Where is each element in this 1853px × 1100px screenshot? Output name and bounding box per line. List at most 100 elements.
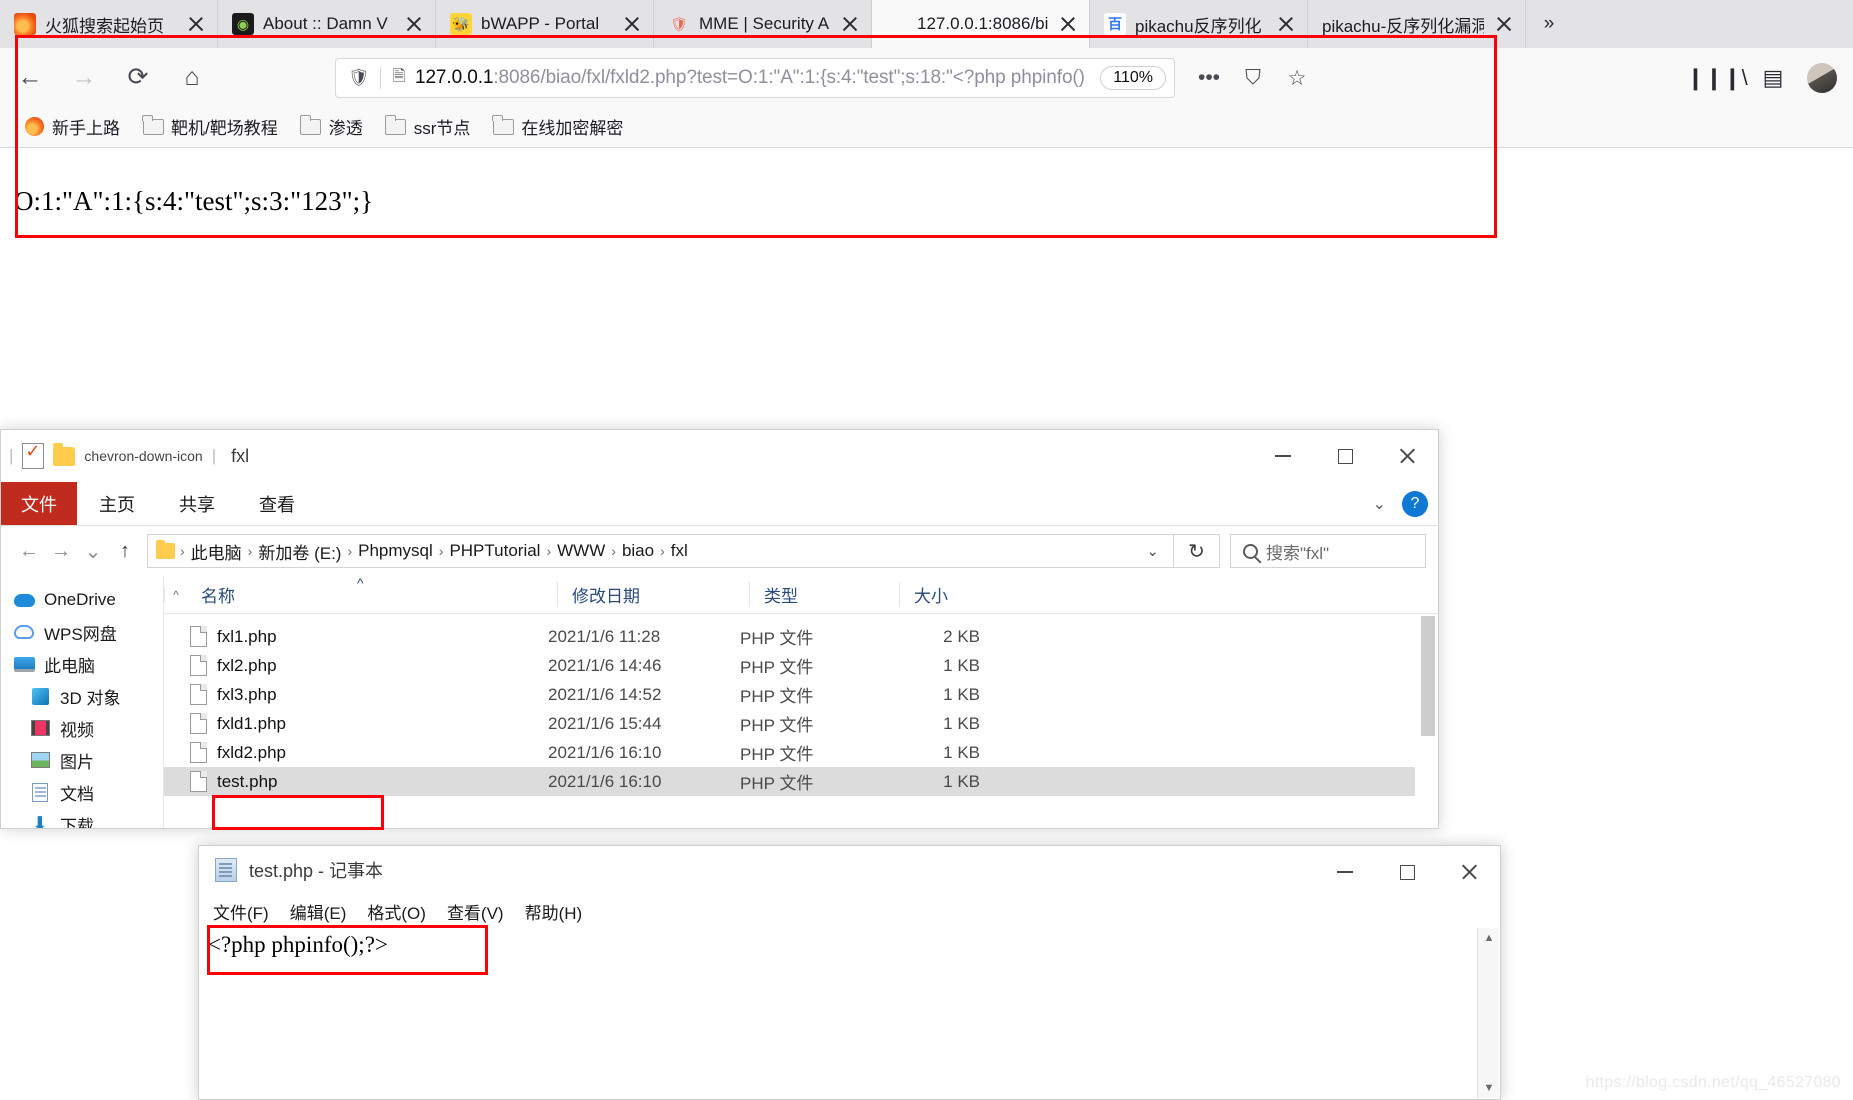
- minimize-button[interactable]: [1252, 430, 1314, 482]
- recent-locations-button[interactable]: ⌄: [77, 534, 109, 568]
- reload-button[interactable]: ⟳: [114, 53, 162, 101]
- explorer-back-button[interactable]: ←: [13, 534, 45, 568]
- bookmark-item-3[interactable]: ssr节点: [376, 110, 480, 143]
- tab-close-icon[interactable]: [1493, 13, 1515, 35]
- breadcrumb-dropdown-icon[interactable]: ⌄: [1138, 542, 1167, 560]
- notepad-text-area[interactable]: <?php phpinfo();?>: [200, 928, 1476, 1098]
- menu-file[interactable]: 文件(F): [213, 899, 269, 924]
- bookmark-item-1[interactable]: 靶机/靶场教程: [133, 110, 287, 143]
- breadcrumb-item-5[interactable]: biao: [617, 541, 659, 561]
- scrollbar-thumb[interactable]: [1421, 616, 1435, 736]
- column-header-type[interactable]: 类型: [749, 582, 899, 607]
- nav-item-pictures[interactable]: 图片: [1, 744, 163, 776]
- new-folder-icon[interactable]: [53, 442, 76, 466]
- tab-close-icon[interactable]: [1275, 13, 1297, 35]
- refresh-button[interactable]: ↻: [1174, 534, 1220, 568]
- file-name-cell: fxl3.php: [164, 684, 534, 705]
- browser-tab-2[interactable]: 🐝 bWAPP - Portal: [436, 0, 654, 48]
- nav-item-videos[interactable]: 视频: [1, 712, 163, 744]
- account-avatar[interactable]: [1807, 63, 1837, 93]
- nav-item-downloads[interactable]: ⬇ 下载: [1, 808, 163, 829]
- breadcrumb-item-6[interactable]: fxl: [666, 541, 693, 561]
- minimize-button[interactable]: [1314, 846, 1376, 898]
- breadcrumb-item-4[interactable]: WWW: [552, 541, 610, 561]
- bookmark-item-0[interactable]: 新手上路: [14, 110, 129, 143]
- tab-list-overflow-icon[interactable]: »: [1526, 0, 1572, 48]
- browser-tab-5[interactable]: 百 pikachu反序列化: [1090, 0, 1308, 48]
- notepad-icon: [215, 858, 237, 882]
- column-header-name[interactable]: 名称 ^: [187, 576, 557, 607]
- browser-tab-6[interactable]: pikachu-反序列化漏洞: [1308, 0, 1526, 48]
- table-row[interactable]: fxld2.php 2021/1/6 16:10 PHP 文件 1 KB: [164, 738, 1438, 767]
- forward-button[interactable]: →: [60, 53, 108, 101]
- file-explorer-window: | chevron-down-icon | fxl 文件 主页 共享 查看 ⌄ …: [0, 429, 1439, 829]
- nav-item-3d-objects[interactable]: 3D 对象: [1, 680, 163, 712]
- explorer-forward-button[interactable]: →: [45, 534, 77, 568]
- table-row[interactable]: fxld1.php 2021/1/6 15:44 PHP 文件 1 KB: [164, 709, 1438, 738]
- file-list-scrollbar[interactable]: [1415, 614, 1438, 828]
- bookmark-label: 在线加密解密: [521, 119, 624, 138]
- pocket-icon[interactable]: ⛉: [1232, 58, 1274, 98]
- breadcrumb[interactable]: › 此电脑 › 新加卷 (E:) › Phpmysql › PHPTutoria…: [147, 534, 1174, 568]
- scroll-up-icon[interactable]: ▲: [1478, 928, 1500, 948]
- up-button[interactable]: ↑: [109, 534, 141, 568]
- home-button[interactable]: ⌂: [168, 53, 216, 101]
- breadcrumb-item-0[interactable]: 此电脑: [186, 539, 247, 564]
- nav-item-wps[interactable]: WPS网盘: [1, 616, 163, 648]
- breadcrumb-item-3[interactable]: PHPTutorial: [444, 541, 545, 561]
- ribbon-tab-home[interactable]: 主页: [77, 482, 157, 525]
- notepad-menu-bar: 文件(F) 编辑(E) 格式(O) 查看(V) 帮助(H): [199, 894, 1500, 928]
- bookmark-item-2[interactable]: 渗透: [291, 110, 372, 143]
- breadcrumb-item-2[interactable]: Phpmysql: [353, 541, 438, 561]
- sidebar-icon[interactable]: ▤: [1751, 58, 1795, 98]
- close-button[interactable]: [1438, 846, 1500, 898]
- nav-item-this-pc[interactable]: 此电脑: [1, 648, 163, 680]
- zoom-level-badge[interactable]: 110%: [1100, 66, 1166, 90]
- table-row[interactable]: fxl1.php 2021/1/6 11:28 PHP 文件 2 KB: [164, 622, 1438, 651]
- scroll-down-icon[interactable]: ▼: [1478, 1078, 1500, 1098]
- column-header-date[interactable]: 修改日期: [557, 582, 749, 607]
- watermark: https://blog.csdn.net/qq_46527080: [1585, 1074, 1841, 1091]
- divider: |: [211, 446, 217, 465]
- nav-item-documents[interactable]: 文档: [1, 776, 163, 808]
- help-icon[interactable]: ?: [1402, 491, 1428, 517]
- browser-tab-3[interactable]: 🛡 MME | Security A: [654, 0, 872, 48]
- maximize-button[interactable]: [1314, 430, 1376, 482]
- nav-item-onedrive[interactable]: OneDrive: [1, 584, 163, 616]
- chevron-down-icon[interactable]: chevron-down-icon: [84, 448, 202, 464]
- menu-format[interactable]: 格式(O): [367, 899, 426, 924]
- column-header-size[interactable]: 大小: [899, 582, 1009, 607]
- tab-close-icon[interactable]: [1057, 13, 1079, 35]
- library-icon[interactable]: ❙❙❙\: [1686, 58, 1747, 98]
- page-actions-more-icon[interactable]: •••: [1188, 58, 1230, 98]
- ribbon-tab-file[interactable]: 文件: [1, 482, 77, 525]
- maximize-button[interactable]: [1376, 846, 1438, 898]
- tab-close-icon[interactable]: [839, 13, 861, 35]
- notepad-scrollbar[interactable]: ▲ ▼: [1477, 928, 1499, 1098]
- bookmark-item-4[interactable]: 在线加密解密: [483, 110, 632, 143]
- address-bar[interactable]: 🛡 🗎 127.0.0.1:8086/biao/fxl/fxld2.php?te…: [335, 58, 1175, 98]
- browser-tab-0[interactable]: 火狐搜索起始页: [0, 0, 218, 48]
- back-button[interactable]: ←: [6, 53, 54, 101]
- file-name: fxld2.php: [217, 742, 286, 762]
- tab-close-icon[interactable]: [621, 13, 643, 35]
- browser-tab-1[interactable]: ◉ About :: Damn V: [218, 0, 436, 48]
- table-row[interactable]: fxl3.php 2021/1/6 14:52 PHP 文件 1 KB: [164, 680, 1438, 709]
- tab-close-icon[interactable]: [403, 13, 425, 35]
- tab-close-icon[interactable]: [185, 13, 207, 35]
- properties-icon[interactable]: [22, 441, 45, 469]
- breadcrumb-item-1[interactable]: 新加卷 (E:): [253, 539, 346, 564]
- ribbon-tab-view[interactable]: 查看: [237, 482, 317, 525]
- table-row-selected[interactable]: test.php 2021/1/6 16:10 PHP 文件 1 KB: [164, 767, 1438, 796]
- chevron-down-icon[interactable]: ⌄: [1373, 494, 1386, 514]
- bookmark-star-icon[interactable]: ☆: [1276, 58, 1318, 98]
- menu-view[interactable]: 查看(V): [447, 899, 504, 924]
- browser-tab-4-active[interactable]: 127.0.0.1:8086/biao/f: [872, 0, 1090, 48]
- menu-edit[interactable]: 编辑(E): [290, 899, 347, 924]
- close-button[interactable]: [1376, 430, 1438, 482]
- ribbon-tab-share[interactable]: 共享: [157, 482, 237, 525]
- menu-help[interactable]: 帮助(H): [525, 899, 583, 924]
- shield-icon[interactable]: 🛡: [346, 68, 372, 88]
- table-row[interactable]: fxl2.php 2021/1/6 14:46 PHP 文件 1 KB: [164, 651, 1438, 680]
- search-input[interactable]: 搜索"fxl": [1230, 534, 1426, 568]
